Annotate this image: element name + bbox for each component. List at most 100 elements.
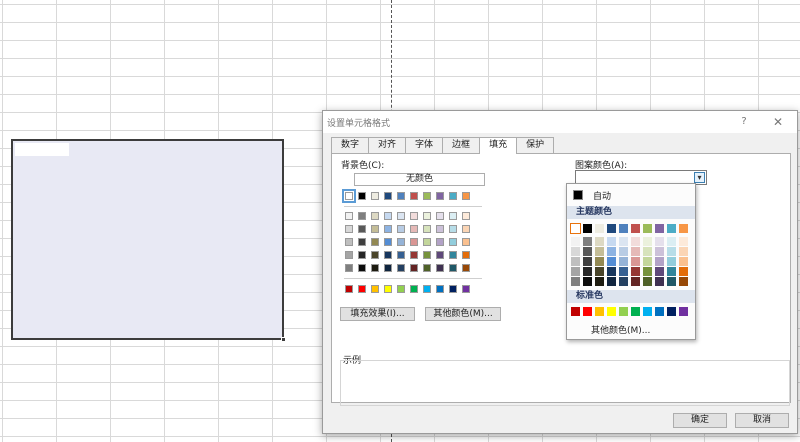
bg-standard-swatch[interactable] [449, 285, 457, 293]
tab-number[interactable]: 数字 [331, 137, 370, 153]
picker-standard-swatch[interactable] [667, 307, 676, 316]
picker-theme-swatch[interactable] [583, 267, 592, 276]
bg-color-swatch[interactable] [345, 225, 353, 233]
picker-theme-swatch[interactable] [570, 223, 581, 234]
picker-theme-swatch[interactable] [643, 277, 652, 286]
bg-color-swatch[interactable] [397, 192, 405, 200]
picker-theme-swatch[interactable] [631, 257, 640, 266]
picker-theme-swatch[interactable] [571, 257, 580, 266]
picker-theme-swatch[interactable] [667, 247, 676, 256]
bg-color-swatch[interactable] [345, 264, 353, 272]
bg-color-swatch[interactable] [423, 264, 431, 272]
picker-standard-swatch[interactable] [583, 307, 592, 316]
bg-color-swatch[interactable] [358, 212, 366, 220]
dialog-titlebar[interactable]: 设置单元格格式 ? ✕ [323, 111, 797, 133]
bg-color-swatch[interactable] [449, 264, 457, 272]
bg-color-swatch[interactable] [371, 225, 379, 233]
bg-color-swatch[interactable] [358, 225, 366, 233]
fill-effects-button[interactable]: 填充效果(I)... [340, 307, 415, 321]
picker-more-colors-link[interactable]: 其他颜色(M)... [591, 323, 650, 336]
picker-standard-swatch[interactable] [571, 307, 580, 316]
bg-color-swatch[interactable] [410, 192, 418, 200]
bg-color-swatch[interactable] [358, 251, 366, 259]
bg-color-swatch[interactable] [371, 238, 379, 246]
bg-color-swatch[interactable] [449, 251, 457, 259]
bg-color-swatch[interactable] [436, 251, 444, 259]
picker-theme-swatch[interactable] [643, 257, 652, 266]
tab-protection[interactable]: 保护 [516, 137, 555, 153]
bg-color-swatch[interactable] [449, 238, 457, 246]
more-colors-button[interactable]: 其他颜色(M)... [425, 307, 501, 321]
bg-color-swatch[interactable] [449, 192, 457, 200]
picker-theme-swatch[interactable] [583, 257, 592, 266]
picker-theme-swatch[interactable] [607, 224, 616, 233]
tab-font[interactable]: 字体 [405, 137, 444, 153]
bg-standard-swatch[interactable] [423, 285, 431, 293]
picker-theme-swatch[interactable] [571, 237, 580, 246]
picker-theme-swatch[interactable] [679, 277, 688, 286]
picker-theme-swatch[interactable] [655, 237, 664, 246]
bg-standard-swatch[interactable] [462, 285, 470, 293]
bg-color-swatch[interactable] [397, 225, 405, 233]
picker-standard-swatch[interactable] [631, 307, 640, 316]
bg-standard-swatch[interactable] [371, 285, 379, 293]
picker-theme-swatch[interactable] [679, 257, 688, 266]
picker-theme-swatch[interactable] [583, 277, 592, 286]
picker-theme-swatch[interactable] [583, 247, 592, 256]
bg-color-swatch[interactable] [358, 192, 366, 200]
tab-border[interactable]: 边框 [442, 137, 481, 153]
bg-color-swatch[interactable] [462, 251, 470, 259]
picker-theme-swatch[interactable] [619, 257, 628, 266]
picker-theme-swatch[interactable] [643, 267, 652, 276]
bg-standard-swatch[interactable] [436, 285, 444, 293]
picker-theme-swatch[interactable] [619, 247, 628, 256]
picker-theme-swatch[interactable] [607, 247, 616, 256]
bg-color-swatch[interactable] [436, 238, 444, 246]
picker-theme-swatch[interactable] [667, 257, 676, 266]
bg-color-swatch[interactable] [462, 238, 470, 246]
bg-color-swatch[interactable] [397, 238, 405, 246]
bg-color-swatch[interactable] [462, 212, 470, 220]
picker-theme-swatch[interactable] [667, 224, 676, 233]
picker-theme-swatch[interactable] [619, 224, 628, 233]
bg-color-swatch[interactable] [410, 264, 418, 272]
bg-color-swatch[interactable] [371, 192, 379, 200]
bg-color-swatch[interactable] [436, 225, 444, 233]
bg-color-swatch[interactable] [345, 238, 353, 246]
picker-theme-swatch[interactable] [595, 247, 604, 256]
bg-color-swatch[interactable] [371, 212, 379, 220]
bg-color-swatch[interactable] [410, 251, 418, 259]
bg-color-swatch[interactable] [397, 212, 405, 220]
picker-theme-swatch[interactable] [619, 237, 628, 246]
bg-color-swatch[interactable] [462, 225, 470, 233]
bg-standard-swatch[interactable] [384, 285, 392, 293]
picker-theme-swatch[interactable] [631, 237, 640, 246]
picker-theme-swatch[interactable] [631, 277, 640, 286]
picker-theme-swatch[interactable] [679, 267, 688, 276]
picker-theme-swatch[interactable] [643, 247, 652, 256]
bg-color-swatch[interactable] [423, 251, 431, 259]
picker-theme-swatch[interactable] [655, 224, 664, 233]
bg-color-swatch[interactable] [384, 212, 392, 220]
tab-fill[interactable]: 填充 [479, 137, 518, 154]
bg-color-swatch[interactable] [384, 264, 392, 272]
bg-color-swatch[interactable] [410, 212, 418, 220]
picker-theme-swatch[interactable] [595, 277, 604, 286]
picker-standard-swatch[interactable] [595, 307, 604, 316]
picker-theme-swatch[interactable] [667, 237, 676, 246]
picker-theme-swatch[interactable] [595, 267, 604, 276]
bg-color-swatch[interactable] [449, 225, 457, 233]
bg-color-swatch[interactable] [423, 212, 431, 220]
picker-theme-swatch[interactable] [607, 237, 616, 246]
bg-color-swatch[interactable] [342, 189, 356, 203]
picker-theme-swatch[interactable] [679, 237, 688, 246]
picker-theme-swatch[interactable] [631, 247, 640, 256]
bg-color-swatch[interactable] [384, 238, 392, 246]
cancel-button[interactable]: 取消 [735, 413, 789, 428]
picker-standard-swatch[interactable] [607, 307, 616, 316]
bg-color-swatch[interactable] [410, 238, 418, 246]
bg-color-swatch[interactable] [436, 192, 444, 200]
ok-button[interactable]: 确定 [673, 413, 727, 428]
tab-alignment[interactable]: 对齐 [368, 137, 407, 153]
picker-theme-swatch[interactable] [571, 277, 580, 286]
